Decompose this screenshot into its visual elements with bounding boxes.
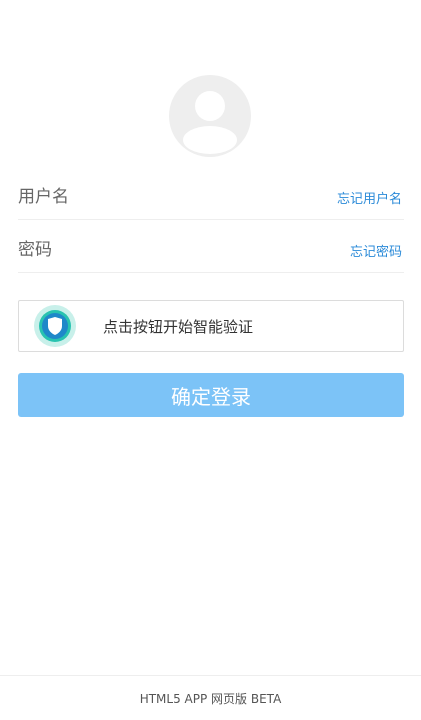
forgot-username-link[interactable]: 忘记用户名 [337, 188, 402, 207]
smart-verify-button[interactable]: 点击按钮开始智能验证 [18, 300, 404, 352]
password-row: 忘记密码 [18, 228, 404, 273]
password-input[interactable] [18, 228, 278, 272]
username-row: 忘记用户名 [18, 175, 404, 220]
footer-divider [0, 675, 421, 676]
shield-icon [34, 305, 76, 347]
user-silhouette-icon [183, 91, 237, 154]
login-button[interactable]: 确定登录 [18, 373, 404, 417]
avatar [169, 75, 251, 157]
smart-verify-label: 点击按钮开始智能验证 [103, 318, 254, 336]
footer-text: HTML5 APP 网页版 BETA [139, 692, 282, 706]
username-input[interactable] [18, 175, 278, 219]
forgot-password-link[interactable]: 忘记密码 [350, 241, 402, 260]
